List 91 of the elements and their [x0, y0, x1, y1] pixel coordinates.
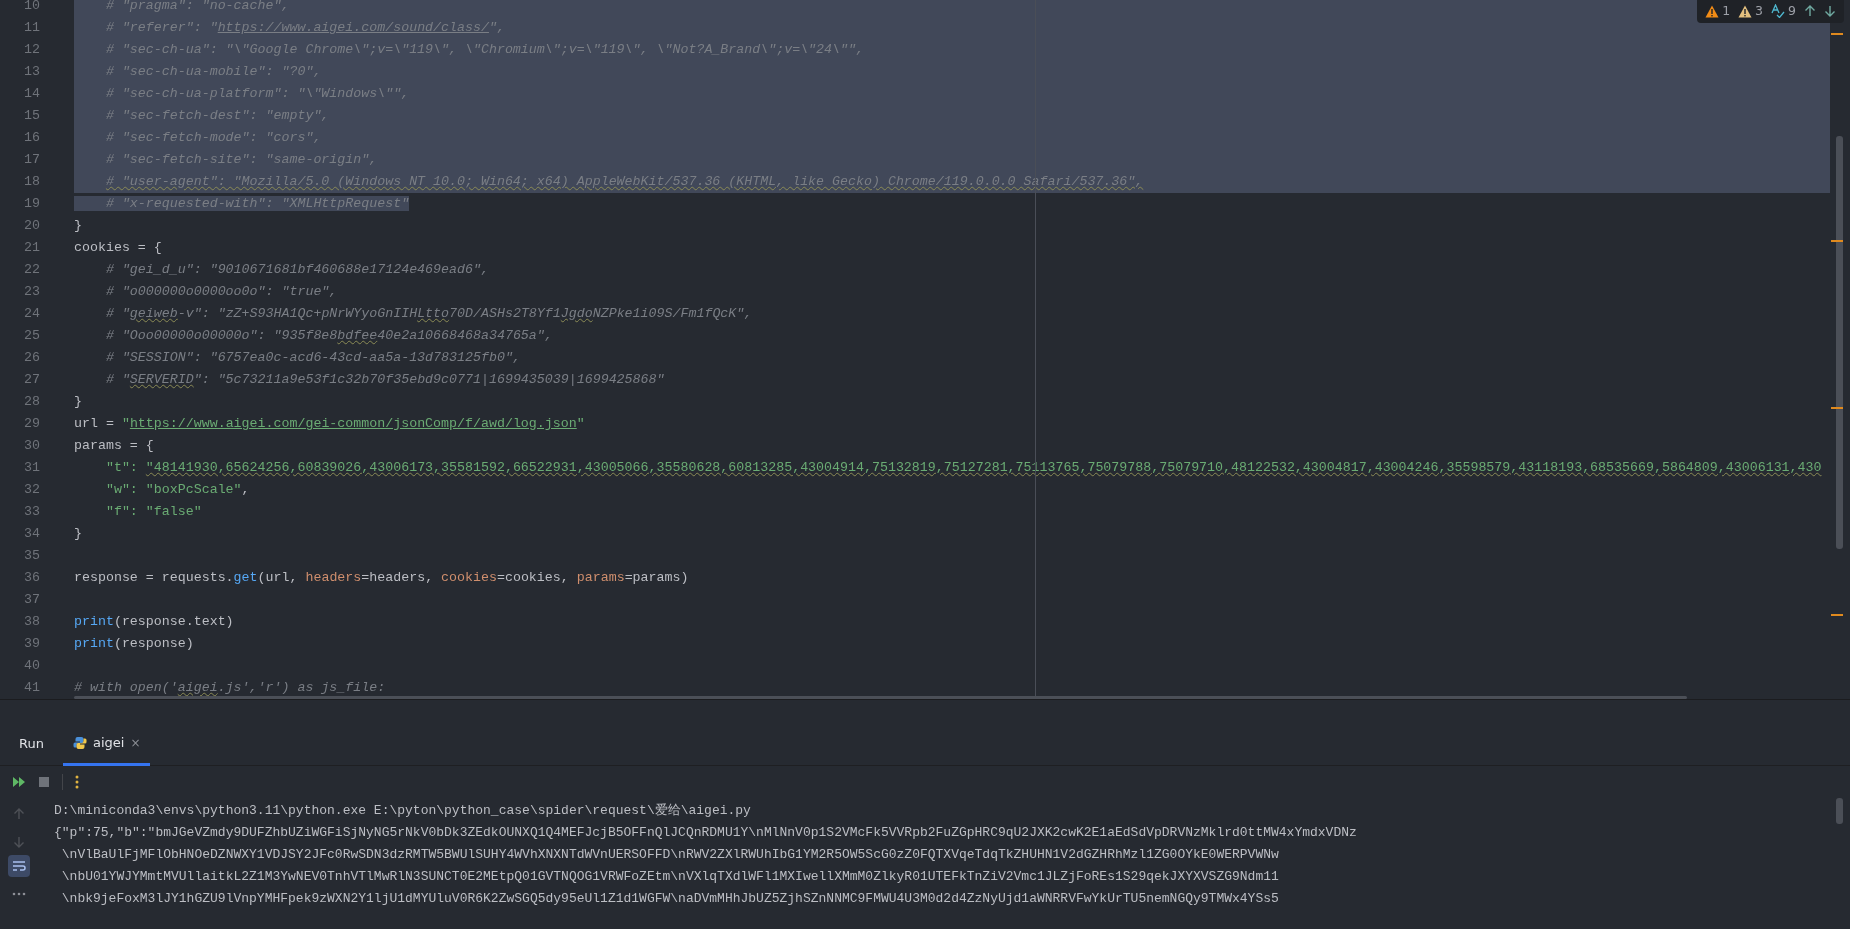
line-number: 21: [23, 239, 40, 257]
line-number: 28: [23, 393, 40, 411]
line-number: 17: [23, 151, 40, 169]
warning-icon: [1705, 4, 1720, 18]
code-line: # "gei_d_u": "9010671681bf460688e17124e469ead6",: [104, 262, 489, 277]
error-stripe-mark[interactable]: [1831, 240, 1843, 242]
warning-counter[interactable]: 1: [1705, 2, 1731, 21]
code-line: "f": "false": [104, 504, 202, 519]
run-tab[interactable]: aigei ×: [62, 722, 151, 766]
code-line: # "SESSION": "6757ea0c-acd6-43cd-aa5a-13d783125fb0",: [104, 350, 521, 365]
down-arrow-icon[interactable]: [13, 836, 25, 848]
line-number: 12: [23, 41, 40, 59]
line-number: 32: [23, 481, 40, 499]
line-number: 18: [23, 173, 40, 191]
code-line: # "sec-fetch-site": "same-origin",: [104, 152, 378, 167]
code-line: # "SERVERID": "5c73211a9e53f1c32b70f35ebd9c0771|1699435039|1699425868": [104, 372, 665, 387]
console-line: {"p":75,"b":"bmJGeVZmdy9DUFZhbUZiWGFiSjNyNG5rNkV0bDk3ZEdkOUNXQ1Q4MEFJcjB5OFFnQlJCQnRDMU1Y\nMlNnV0p1S2VMcFk5VVRpb2FuZGpHRC9qU2JXK2cwK2E1aEdSdVpDRVNzMklrd0ttMW4xYmdxVDNz: [54, 824, 1358, 842]
line-number: 41: [23, 679, 40, 697]
code-line: # "sec-ch-ua": "\"Google Chrome\";v=\"119\", \"Chromium\";v=\"119\", \"Not?A_Brand\";v=\"24\"",: [104, 42, 864, 57]
line-number: 27: [23, 371, 40, 389]
code-line: response = requests.get(url, headers=headers, cookies=cookies, params=params): [74, 570, 689, 585]
warning-counter[interactable]: 3: [1738, 2, 1764, 21]
line-number: 34: [23, 525, 40, 543]
code-line: }: [74, 526, 82, 541]
code-line: }: [74, 218, 82, 233]
error-stripe-mark[interactable]: [1831, 33, 1843, 35]
next-arrow-icon[interactable]: [1824, 5, 1836, 18]
console-scrollbar[interactable]: [1836, 798, 1843, 824]
code-line: # "pragma": "no-cache",: [104, 0, 290, 13]
line-number: 36: [23, 569, 40, 587]
code-line: # "geiweb-v": "zZ+S93HA1Qc+pNrWYyoGnIIHLtto70D/ASHs2T8Yf1JgdoNZPke1i09S/Fm1fQcK",: [104, 306, 753, 321]
warning-icon: [1738, 4, 1753, 18]
console-line: \nVlBaUlFjMFlObHNOeDZNWXY1VDJSY2JFc0RwSDN3dzRMTW5BWUlSUHY4WVhXNXNTdWVnUERSOFFD\nRWV2ZXlRWUhIbG1YM2R5OW5ScG0zZ0FQTXVqeTdqTkZHUHN1V2dGZHRhMzl1ZG0OYkE0WERPVWNw: [60, 846, 1280, 864]
code-line: # "sec-ch-ua-mobile": "?0",: [104, 64, 322, 79]
code-line: # "o000000o0000oo0o": "true",: [104, 284, 338, 299]
file-type-icon: [72, 735, 87, 750]
line-number: 16: [23, 129, 40, 147]
line-number: 35: [23, 547, 40, 565]
line-number: 40: [23, 657, 40, 675]
line-number: 25: [23, 327, 40, 345]
line-number: 24: [23, 305, 40, 323]
line-number: 19: [23, 195, 40, 213]
code-line: # "sec-ch-ua-platform": "\"Windows\"",: [104, 86, 410, 101]
code-line: # "sec-fetch-dest": "empty",: [104, 108, 330, 123]
stop-icon[interactable]: [38, 776, 50, 788]
error-stripe-mark[interactable]: [1831, 614, 1843, 616]
line-number: 33: [23, 503, 40, 521]
line-number: 39: [23, 635, 40, 653]
horizontal-scrollbar[interactable]: [74, 696, 1687, 699]
line-number: 26: [23, 349, 40, 367]
line-number: 37: [23, 591, 40, 609]
code-line: # "referer": "https://www.aigei.com/sound/class/",: [104, 20, 505, 35]
code-line: # "user-agent": "Mozilla/5.0 (Windows NT 10.0; Win64; x64) AppleWebKit/537.36 (KHTML, like Gecko) Chrome/119.0.0.0 Safari/537.36",: [104, 174, 1144, 189]
line-number: 20: [23, 217, 40, 235]
line-number: 31: [23, 459, 40, 477]
code-line: # "sec-fetch-mode": "cors",: [104, 130, 322, 145]
line-number: 13: [23, 63, 40, 81]
code-line: # with open('aigei.js','r') as js_file:: [74, 680, 386, 695]
code-line: print(response.text): [74, 614, 234, 629]
typo-counter[interactable]: 9: [1771, 2, 1796, 21]
up-arrow-icon[interactable]: [13, 808, 25, 820]
line-number: 10: [23, 0, 40, 15]
panel-title: Run: [18, 735, 45, 753]
line-number: 22: [23, 261, 40, 279]
code-line: params = {: [74, 438, 154, 453]
console-line: D:\miniconda3\envs\python3.11\python.exe E:\pyton\python_case\spider\request\爱给\aigei.py: [54, 802, 752, 820]
spellcheck-icon: [1771, 4, 1786, 19]
console-line: \nbU01YWJYMmtMVUllaitkL2Z1M3YwNEV0TnhVTlMwRlN3SUNCT0E2MEtpQ01GVTNQOG1VRWFoZEtm\nVXlqTXdlWFl1MXIwellXMmM0ZlkyR01UTEFkTnZiV2Vmc1JLZjFoREs1S29qekJXYXVSZG9Ndm11: [60, 868, 1280, 886]
previous-arrow-icon[interactable]: [1804, 5, 1816, 18]
line-number: 29: [23, 415, 40, 433]
code-line: print(response): [74, 636, 194, 651]
code-line: "w": "boxPcScale",: [104, 482, 250, 497]
line-number: 23: [23, 283, 40, 301]
line-number: 15: [23, 107, 40, 125]
more-icon[interactable]: [12, 892, 26, 896]
line-number: 11: [23, 19, 40, 37]
line-number: 14: [23, 85, 40, 103]
console-line: \nbk9jeFoxM3lJY1hGZU9lVnpYMHFpek9zWXN2Y1ljU1dMYUluV0R6K2ZwSGQ5dy95eUl1Z1d1WGFW\naDVmMHhJbUZ5ZjhSZnNNMC9FMWU4U3M0d2d4ZzNyUjd1aWNRRVFwYkUrTU5nemNGQy9TMWx4YSs5: [60, 890, 1280, 908]
rerun-icon[interactable]: [12, 776, 26, 788]
error-stripe-mark[interactable]: [1831, 407, 1843, 409]
vertical-scrollbar[interactable]: [1836, 136, 1843, 549]
code-line: "t": "48141930,65624256,60839026,43006173,35581592,66522931,43005066,35580628,60813285,43004914,75132819,75127281,75113765,75079788,75079710,48122532,43004817,43004246,35598579,43118193,68535669,5864809,43006131,430: [104, 460, 1822, 475]
line-number: 38: [23, 613, 40, 631]
close-icon[interactable]: ×: [130, 733, 141, 752]
more-options-icon[interactable]: [75, 775, 79, 789]
code-line: cookies = {: [74, 240, 162, 255]
code-line: }: [74, 394, 82, 409]
code-line: url = "https://www.aigei.com/gei-common/jsonComp/f/awd/log.json": [74, 416, 585, 431]
line-number: 30: [23, 437, 40, 455]
code-line: # "Ooo00000o00000o": "935f8e8bdfee40e2a10668468a34765a",: [104, 328, 553, 343]
soft-wrap-icon[interactable]: [8, 855, 30, 877]
